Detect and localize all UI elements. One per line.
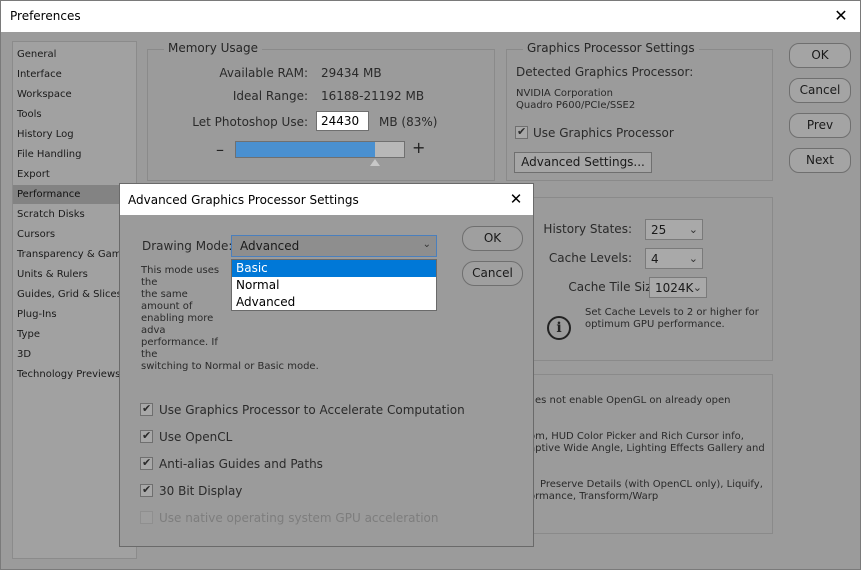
available-ram-label: Available RAM: (219, 66, 308, 80)
window-title: Preferences (10, 9, 81, 23)
native-gpu-acceleration-checkbox (140, 511, 153, 524)
cache-tile-size-value: 1024K (655, 281, 694, 295)
option-advanced[interactable]: Advanced (232, 294, 436, 311)
anti-alias-label: Anti-alias Guides and Paths (159, 457, 323, 471)
sidebar-item-transparency-gamut[interactable]: Transparency & Gamut (13, 245, 136, 264)
increase-memory-button[interactable]: + (412, 138, 425, 157)
dialog-title: Advanced Graphics Processor Settings (128, 193, 359, 207)
decrease-memory-button[interactable]: – (216, 140, 224, 159)
memory-amount-input[interactable]: 24430 (316, 111, 369, 131)
dialog-ok-button[interactable]: OK (462, 226, 523, 251)
advanced-settings-button[interactable]: Advanced Settings... (514, 152, 652, 173)
sidebar-item-export[interactable]: Export (13, 165, 136, 184)
memory-slider-fill (236, 142, 375, 157)
use-gpu-checkbox[interactable] (515, 125, 528, 139)
gpu-settings-group: Graphics Processor Settings Detected Gra… (506, 41, 773, 181)
ok-button[interactable]: OK (789, 43, 851, 68)
cache-levels-select[interactable]: 4 ⌄ (645, 248, 703, 269)
photoshop-use-label: Let Photoshop Use: (192, 115, 308, 129)
desc-line: the same amount of (141, 289, 193, 312)
cache-levels-label: Cache Levels: (548, 251, 632, 265)
history-states-select[interactable]: 25 ⌄ (645, 219, 703, 240)
close-icon[interactable]: ✕ (830, 5, 852, 27)
sidebar-item-history-log[interactable]: History Log (13, 125, 136, 144)
chevron-down-icon: ⌄ (688, 223, 698, 236)
sidebar-item-general[interactable]: General (13, 45, 136, 64)
chevron-down-icon: ⌄ (688, 252, 698, 265)
use-gpu-label: Use Graphics Processor (533, 126, 674, 140)
cache-tip-line1: Set Cache Levels to 2 or higher for (585, 307, 759, 318)
desc-line: enabling more adva (141, 313, 214, 336)
chevron-down-icon: ⌄ (422, 239, 431, 250)
cache-tile-size-select[interactable]: 1024K ⌄ (649, 277, 707, 298)
memory-slider-thumb[interactable] (370, 159, 380, 166)
gpu-features-group: es not enable OpenGL on already open om,… (506, 374, 773, 534)
feature-note-line2: om, HUD Color Picker and Rich Cursor inf… (529, 431, 744, 442)
sidebar-item-tools[interactable]: Tools (13, 105, 136, 124)
feature-note-line5: ormance, Transform/Warp (529, 491, 659, 502)
drawing-mode-value: Advanced (240, 239, 300, 253)
option-normal[interactable]: Normal (232, 277, 436, 294)
memory-percent: MB (83%) (379, 115, 438, 129)
sidebar-item-3d[interactable]: 3D (13, 345, 136, 364)
sidebar-item-scratch-disks[interactable]: Scratch Disks (13, 205, 136, 224)
dialog-close-icon[interactable]: ✕ (505, 188, 527, 210)
sidebar-item-file-handling[interactable]: File Handling (13, 145, 136, 164)
detected-gpu-label: Detected Graphics Processor: (516, 65, 694, 79)
history-cache-group: History States: 25 ⌄ Cache Levels: 4 ⌄ C… (506, 197, 773, 361)
feature-note-line4: Preserve Details (with OpenCL only), Liq… (540, 479, 763, 490)
gpu-model: Quadro P600/PCIe/SSE2 (516, 100, 636, 111)
sidebar-item-technology-previews[interactable]: Technology Previews (13, 365, 136, 384)
sidebar-item-guides-grid-slices[interactable]: Guides, Grid & Slices (13, 285, 136, 304)
drawing-mode-label: Drawing Mode: (142, 239, 233, 253)
memory-usage-title: Memory Usage (164, 41, 263, 55)
feature-note-line3: aptive Wide Angle, Lighting Effects Gall… (529, 443, 765, 454)
30-bit-display-label: 30 Bit Display (159, 484, 243, 498)
memory-usage-group: Memory Usage Available RAM: 29434 MB Ide… (147, 41, 495, 181)
prev-button[interactable]: Prev (789, 113, 851, 138)
drawing-mode-select[interactable]: Advanced ⌄ (231, 235, 437, 257)
title-bar: Preferences ✕ (1, 1, 860, 32)
sidebar-item-interface[interactable]: Interface (13, 65, 136, 84)
sidebar-item-performance[interactable]: Performance (13, 185, 136, 204)
sidebar-item-workspace[interactable]: Workspace (13, 85, 136, 104)
drawing-mode-description: This mode uses the the same amount of en… (141, 265, 319, 373)
dialog-cancel-button[interactable]: Cancel (462, 261, 523, 286)
use-opencl-checkbox[interactable] (140, 429, 153, 443)
30-bit-display-checkbox[interactable] (140, 483, 153, 497)
desc-line: This mode uses the (141, 265, 220, 288)
memory-slider[interactable] (235, 141, 405, 166)
ideal-range-value: 16188-21192 MB (321, 89, 425, 103)
info-icon: i (547, 316, 571, 340)
gpu-vendor: NVIDIA Corporation (516, 88, 614, 99)
dialog-title-bar: Advanced Graphics Processor Settings ✕ (120, 184, 533, 215)
use-opencl-label: Use OpenCL (159, 430, 233, 444)
history-states-value: 25 (651, 223, 667, 237)
native-gpu-acceleration-label: Use native operating system GPU accelera… (159, 511, 439, 525)
sidebar-item-units-rulers[interactable]: Units & Rulers (13, 265, 136, 284)
anti-alias-checkbox[interactable] (140, 456, 153, 470)
available-ram-value: 29434 MB (321, 66, 382, 80)
desc-line: performance. If the (141, 337, 218, 360)
ideal-range-label: Ideal Range: (232, 89, 308, 103)
cache-levels-value: 4 (651, 252, 659, 266)
desc-line: switching to Normal or Basic mode. (141, 361, 319, 372)
history-states-label: History States: (543, 222, 632, 236)
sidebar-item-cursors[interactable]: Cursors (13, 225, 136, 244)
advanced-gpu-settings-dialog: Advanced Graphics Processor Settings ✕ D… (119, 183, 534, 547)
chevron-down-icon: ⌄ (692, 281, 702, 294)
sidebar-item-plug-ins[interactable]: Plug-Ins (13, 305, 136, 324)
option-basic[interactable]: Basic (232, 260, 436, 277)
next-button[interactable]: Next (789, 148, 851, 173)
accelerate-computation-checkbox[interactable] (140, 402, 153, 416)
cache-tip-line2: optimum GPU performance. (585, 319, 725, 330)
gpu-settings-title: Graphics Processor Settings (523, 41, 699, 55)
drawing-mode-options: Basic Normal Advanced (231, 259, 437, 311)
accelerate-computation-label: Use Graphics Processor to Accelerate Com… (159, 403, 465, 417)
cancel-button[interactable]: Cancel (789, 78, 851, 103)
feature-note-line1: es not enable OpenGL on already open (535, 395, 731, 406)
sidebar-item-type[interactable]: Type (13, 325, 136, 344)
